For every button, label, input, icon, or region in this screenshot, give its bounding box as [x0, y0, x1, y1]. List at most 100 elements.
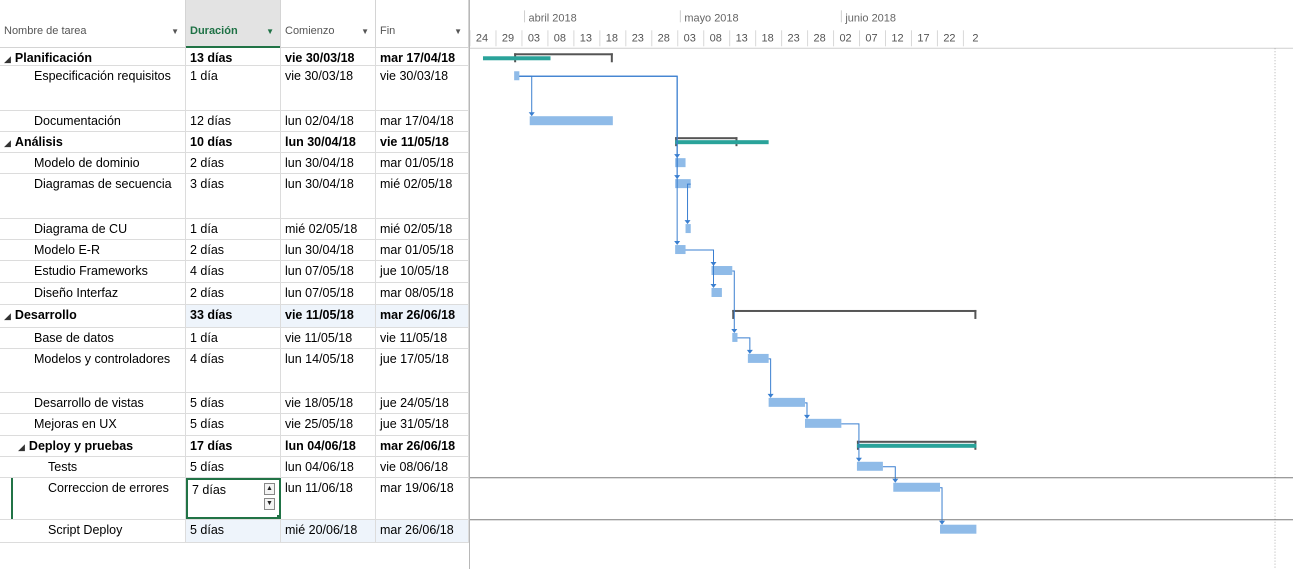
task-duration-cell[interactable]: 2 días: [186, 153, 281, 173]
filter-dropdown-icon[interactable]: ▼: [454, 27, 462, 36]
task-duration-cell[interactable]: 5 días: [186, 414, 281, 435]
task-row[interactable]: Desarrollo de vistas 5 días vie 18/05/18 ju…: [0, 393, 469, 414]
task-duration-cell[interactable]: 5 días: [186, 520, 281, 542]
task-duration-cell[interactable]: 4 días: [186, 349, 281, 392]
task-end-cell[interactable]: mar 01/05/18: [376, 240, 469, 260]
task-row[interactable]: Tests 5 días lun 04/06/18 vie 08/06/18: [0, 457, 469, 478]
task-end-cell[interactable]: mar 17/04/18: [376, 111, 469, 131]
task-row[interactable]: Documentación 12 días lun 02/04/18 mar 17/0…: [0, 111, 469, 132]
task-name-cell[interactable]: Desarrollo de vistas: [0, 393, 186, 413]
task-end-cell[interactable]: mar 19/06/18: [376, 478, 469, 519]
task-start-cell[interactable]: lun 14/05/18: [281, 349, 376, 392]
task-name-cell[interactable]: Diagramas de secuencia: [0, 174, 186, 218]
task-duration-cell[interactable]: 1 día: [186, 219, 281, 239]
task-duration-cell[interactable]: 5 días: [186, 393, 281, 413]
task-row[interactable]: Diagrama de CU 1 día mié 02/05/18 mié 02/05…: [0, 219, 469, 240]
task-row[interactable]: Modelos y controladores 4 días lun 14/05/1…: [0, 349, 469, 393]
task-bar[interactable]: [940, 524, 977, 534]
task-bar[interactable]: [711, 266, 733, 276]
task-row[interactable]: Base de datos 1 día vie 11/05/18 vie 11/05/…: [0, 328, 469, 349]
task-duration-cell[interactable]: 2 días: [186, 240, 281, 260]
task-row[interactable]: ◢ Desarrollo 33 días vie 11/05/18 mar 26/06/…: [0, 305, 469, 328]
task-end-cell[interactable]: vie 11/05/18: [376, 132, 469, 152]
task-duration-cell[interactable]: 7 días ▲ ▼: [186, 478, 281, 519]
task-duration-cell[interactable]: 12 días: [186, 111, 281, 131]
task-end-cell[interactable]: vie 30/03/18: [376, 66, 469, 110]
column-header-start[interactable]: Comienzo ▼: [281, 0, 376, 48]
summary-progress-bar[interactable]: [856, 443, 977, 448]
task-name-cell[interactable]: Correccion de errores: [0, 478, 186, 519]
task-bar[interactable]: [711, 287, 722, 297]
task-end-cell[interactable]: jue 31/05/18: [376, 414, 469, 435]
task-start-cell[interactable]: vie 11/05/18: [281, 328, 376, 348]
task-bar[interactable]: [747, 353, 769, 363]
filter-dropdown-icon[interactable]: ▼: [266, 27, 274, 36]
task-row[interactable]: Correccion de errores 7 días ▲ ▼ lun 11/06/1…: [0, 478, 469, 520]
task-start-cell[interactable]: vie 11/05/18: [281, 305, 376, 327]
task-bar[interactable]: [893, 482, 941, 492]
task-start-cell[interactable]: lun 02/04/18: [281, 111, 376, 131]
task-start-cell[interactable]: vie 18/05/18: [281, 393, 376, 413]
task-start-cell[interactable]: lun 04/06/18: [281, 457, 376, 477]
task-bar[interactable]: [514, 71, 520, 81]
task-name-cell[interactable]: ◢ Planificación: [0, 48, 186, 65]
collapse-triangle-icon[interactable]: ◢: [4, 54, 11, 64]
task-duration-cell[interactable]: 4 días: [186, 261, 281, 282]
column-header-duration[interactable]: Duración ▼: [186, 0, 281, 48]
task-name-cell[interactable]: Modelos y controladores: [0, 349, 186, 392]
task-duration-cell[interactable]: 10 días: [186, 132, 281, 152]
task-row[interactable]: Diseño Interfaz 2 días lun 07/05/18 mar 08/…: [0, 283, 469, 305]
task-duration-cell[interactable]: 33 días: [186, 305, 281, 327]
task-start-cell[interactable]: lun 07/05/18: [281, 261, 376, 282]
task-duration-cell[interactable]: 2 días: [186, 283, 281, 304]
spin-up-icon[interactable]: ▲: [264, 483, 275, 495]
task-bar[interactable]: [804, 418, 842, 428]
filter-dropdown-icon[interactable]: ▼: [361, 27, 369, 36]
task-duration-cell[interactable]: 1 día: [186, 66, 281, 110]
task-end-cell[interactable]: vie 08/06/18: [376, 457, 469, 477]
task-row[interactable]: ◢ Planificación 13 días vie 30/03/18 mar 17/…: [0, 48, 469, 66]
task-start-cell[interactable]: lun 30/04/18: [281, 240, 376, 260]
task-start-cell[interactable]: lun 30/04/18: [281, 132, 376, 152]
task-duration-cell[interactable]: 1 día: [186, 328, 281, 348]
summary-progress-bar[interactable]: [675, 140, 769, 145]
task-end-cell[interactable]: mar 08/05/18: [376, 283, 469, 304]
column-header-end[interactable]: Fin ▼: [376, 0, 469, 48]
collapse-triangle-icon[interactable]: ◢: [4, 311, 11, 321]
task-bar[interactable]: [768, 397, 805, 407]
task-end-cell[interactable]: mié 02/05/18: [376, 174, 469, 218]
task-start-cell[interactable]: vie 25/05/18: [281, 414, 376, 435]
column-header-name[interactable]: Nombre de tarea ▼: [0, 0, 186, 48]
task-bar[interactable]: [675, 245, 686, 255]
collapse-triangle-icon[interactable]: ◢: [4, 138, 11, 148]
task-name-cell[interactable]: Diagrama de CU: [0, 219, 186, 239]
task-row[interactable]: Estudio Frameworks 4 días lun 07/05/18 jue …: [0, 261, 469, 283]
task-end-cell[interactable]: mar 26/06/18: [376, 305, 469, 327]
task-start-cell[interactable]: lun 04/06/18: [281, 436, 376, 456]
task-bar[interactable]: [732, 332, 738, 342]
gantt-chart[interactable]: abril 2018 mayo 2018 junio 2018 24 29 03 08 13 1…: [469, 0, 1293, 569]
task-start-cell[interactable]: lun 30/04/18: [281, 153, 376, 173]
task-name-cell[interactable]: ◢ Desarrollo: [0, 305, 186, 327]
task-start-cell[interactable]: mié 02/05/18: [281, 219, 376, 239]
task-name-cell[interactable]: Base de datos: [0, 328, 186, 348]
task-end-cell[interactable]: jue 10/05/18: [376, 261, 469, 282]
task-name-cell[interactable]: Diseño Interfaz: [0, 283, 186, 304]
task-bar[interactable]: [685, 224, 691, 234]
collapse-triangle-icon[interactable]: ◢: [18, 442, 25, 452]
task-row[interactable]: Diagramas de secuencia 3 días lun 30/04/18…: [0, 174, 469, 219]
filter-dropdown-icon[interactable]: ▼: [171, 27, 179, 36]
task-row[interactable]: Modelo de dominio 2 días lun 30/04/18 mar 0…: [0, 153, 469, 174]
task-end-cell[interactable]: jue 17/05/18: [376, 349, 469, 392]
task-end-cell[interactable]: jue 24/05/18: [376, 393, 469, 413]
task-start-cell[interactable]: lun 07/05/18: [281, 283, 376, 304]
task-name-cell[interactable]: Tests: [0, 457, 186, 477]
task-start-cell[interactable]: mié 20/06/18: [281, 520, 376, 542]
task-name-cell[interactable]: Modelo de dominio: [0, 153, 186, 173]
task-end-cell[interactable]: mar 26/06/18: [376, 436, 469, 456]
task-bar[interactable]: [856, 461, 883, 471]
summary-progress-bar[interactable]: [482, 56, 551, 61]
task-start-cell[interactable]: vie 30/03/18: [281, 48, 376, 65]
task-end-cell[interactable]: mar 26/06/18: [376, 520, 469, 542]
task-bar[interactable]: [529, 116, 613, 126]
